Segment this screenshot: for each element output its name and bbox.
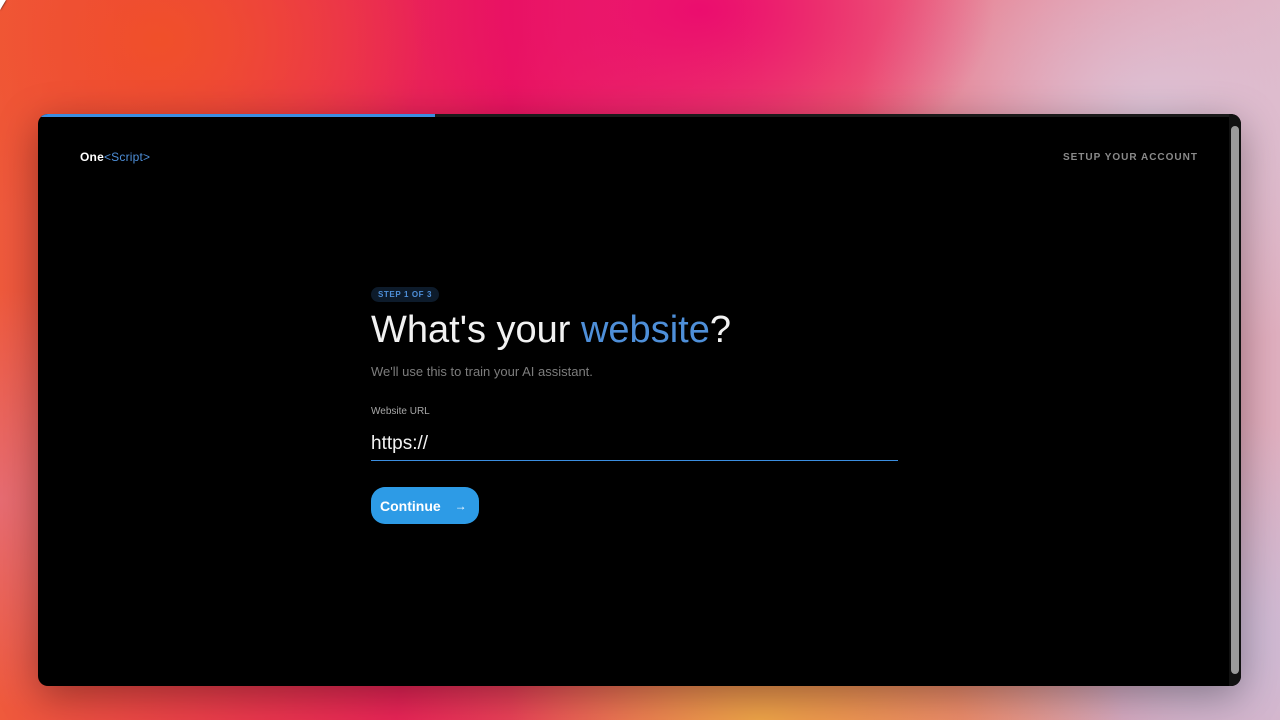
continue-button-label: Continue <box>380 497 441 514</box>
app-window: One<Script> SETUP YOUR ACCOUNT STEP 1 OF… <box>38 114 1241 686</box>
title-suffix: ? <box>709 309 731 351</box>
title-highlight: website <box>580 309 710 351</box>
page-subtitle: We'll use this to train your AI assistan… <box>371 364 593 379</box>
logo[interactable]: One<Script> <box>80 150 150 164</box>
website-url-label: Website URL <box>371 406 430 417</box>
logo-text: One <box>80 150 104 164</box>
progress-bar <box>38 114 1229 117</box>
step-form: STEP 1 OF 3 What's your website? We'll u… <box>371 284 898 524</box>
progress-fill <box>38 114 435 117</box>
website-url-input[interactable] <box>371 427 898 461</box>
setup-account-label: SETUP YOUR ACCOUNT <box>1062 152 1198 163</box>
continue-button[interactable]: Continue → <box>371 487 479 524</box>
arrow-right-icon: → <box>454 498 467 513</box>
logo-accent-text: <Script> <box>103 150 151 164</box>
step-badge: STEP 1 OF 3 <box>371 287 440 302</box>
mouse-cursor <box>0 0 6 10</box>
title-prefix: What's your <box>371 309 581 351</box>
page-title: What's your website? <box>371 308 898 352</box>
scrollbar-thumb[interactable] <box>1231 126 1239 674</box>
scrollbar[interactable] <box>1229 114 1241 686</box>
